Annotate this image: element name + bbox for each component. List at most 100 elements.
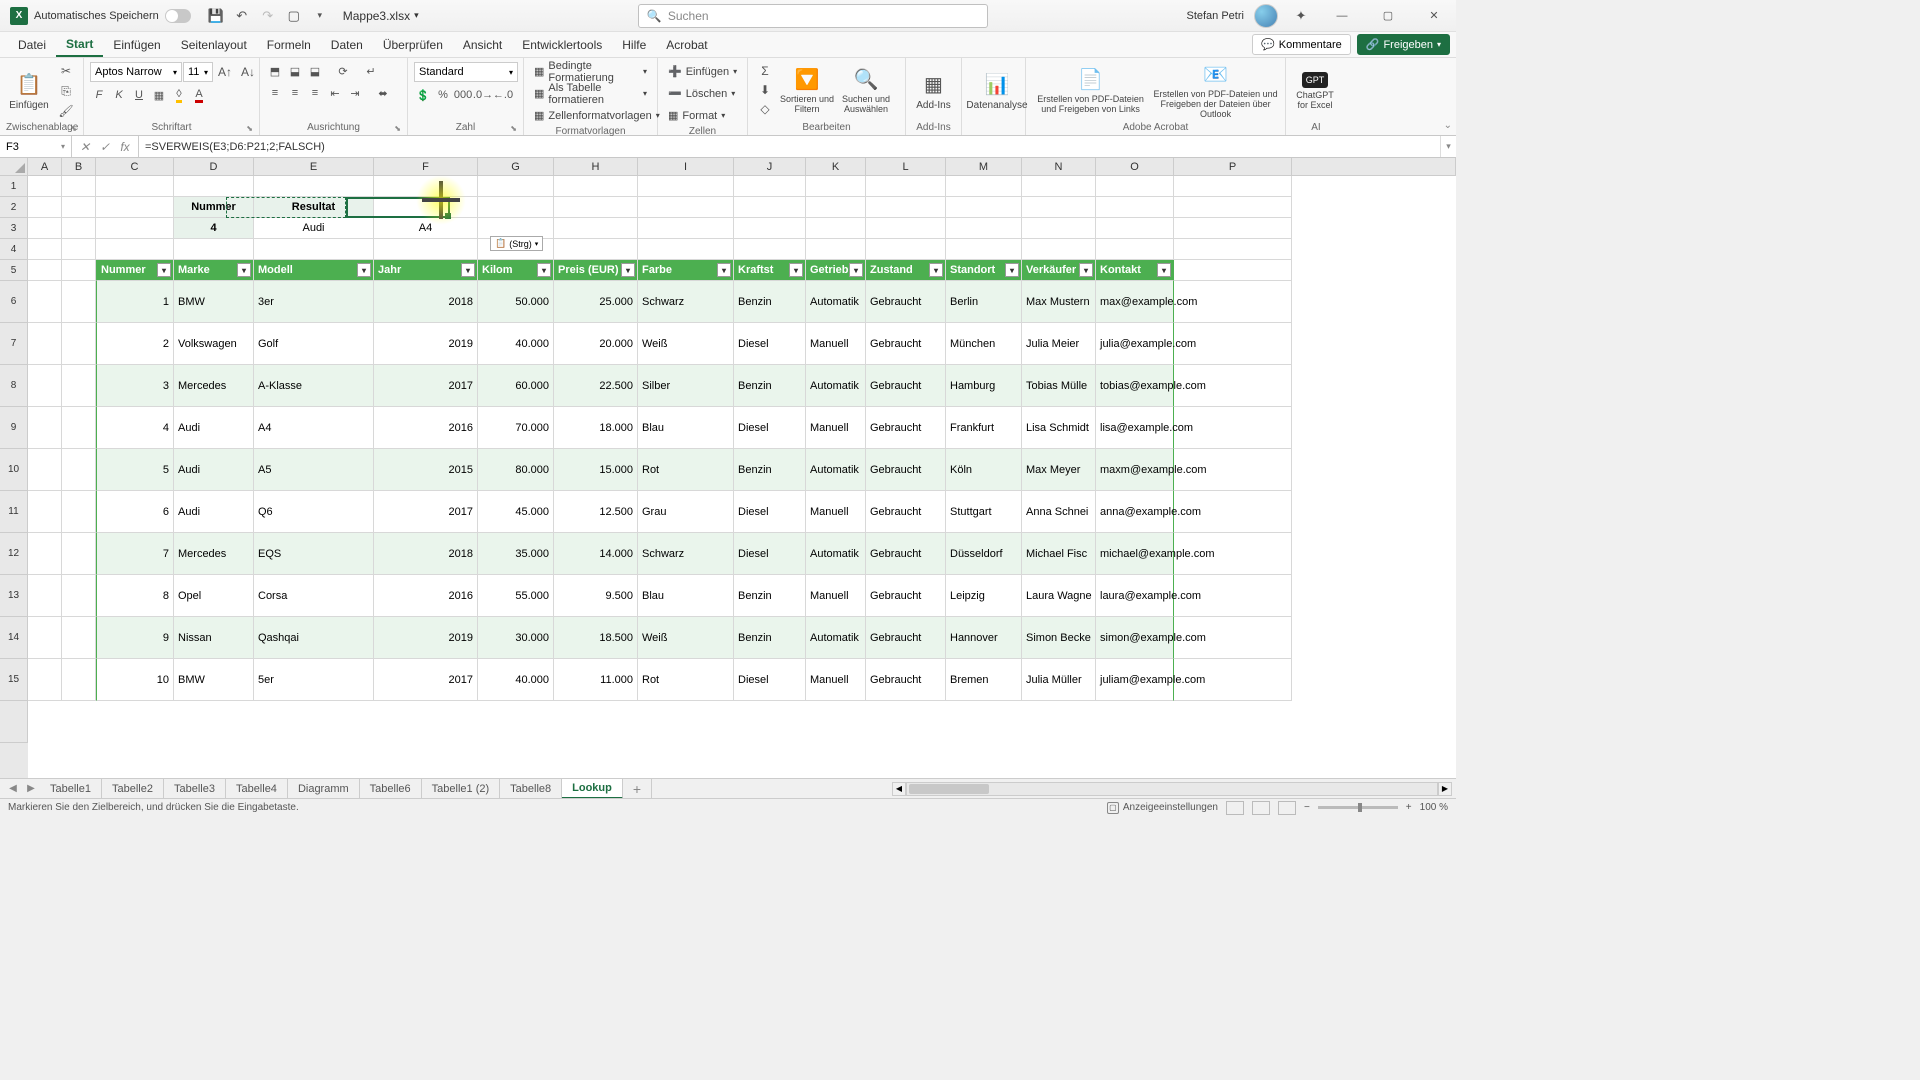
cell[interactable]: Gebraucht bbox=[866, 575, 946, 617]
row-header[interactable]: 7 bbox=[0, 323, 28, 365]
filter-dropdown-icon[interactable]: ▾ bbox=[1079, 263, 1093, 277]
cell[interactable] bbox=[374, 197, 478, 218]
merge-icon[interactable]: ⬌ bbox=[374, 84, 392, 102]
row-header[interactable]: 5 bbox=[0, 260, 28, 281]
sheet-tab[interactable]: Tabelle2 bbox=[102, 779, 164, 799]
zoom-level[interactable]: 100 % bbox=[1420, 802, 1448, 813]
cell[interactable] bbox=[62, 365, 96, 407]
cell[interactable]: Weiß bbox=[638, 323, 734, 365]
cell[interactable]: 5er bbox=[254, 659, 374, 701]
cell[interactable] bbox=[28, 323, 62, 365]
cell[interactable]: Kraftst▾ bbox=[734, 260, 806, 281]
cell[interactable] bbox=[28, 659, 62, 701]
cell[interactable] bbox=[1174, 365, 1292, 407]
cell[interactable]: Schwarz bbox=[638, 533, 734, 575]
cell[interactable]: Manuell bbox=[806, 323, 866, 365]
menu-tab-entwicklertools[interactable]: Entwicklertools bbox=[512, 32, 612, 57]
cell[interactable]: Köln bbox=[946, 449, 1022, 491]
cell[interactable]: Diesel bbox=[734, 407, 806, 449]
cell[interactable] bbox=[866, 218, 946, 239]
cell[interactable] bbox=[62, 281, 96, 323]
cell[interactable]: Getriebe▾ bbox=[806, 260, 866, 281]
redo-icon[interactable]: ↷ bbox=[255, 4, 281, 28]
cell[interactable]: Bremen bbox=[946, 659, 1022, 701]
cell[interactable]: anna@example.com bbox=[1096, 491, 1174, 533]
col-header[interactable]: L bbox=[866, 158, 946, 176]
cell[interactable] bbox=[62, 218, 96, 239]
cell[interactable] bbox=[28, 575, 62, 617]
cell[interactable] bbox=[62, 617, 96, 659]
col-header[interactable]: A bbox=[28, 158, 62, 176]
cell[interactable]: Benzin bbox=[734, 365, 806, 407]
cell[interactable]: 2019 bbox=[374, 617, 478, 659]
italic-button[interactable]: K bbox=[110, 86, 128, 104]
fill-icon[interactable]: ⬇ bbox=[754, 81, 776, 99]
cell[interactable] bbox=[866, 197, 946, 218]
increase-decimal-icon[interactable]: .0→ bbox=[474, 86, 492, 104]
cell[interactable]: Grau bbox=[638, 491, 734, 533]
cell[interactable]: 40.000 bbox=[478, 323, 554, 365]
col-header[interactable]: M bbox=[946, 158, 1022, 176]
cell[interactable]: Blau bbox=[638, 575, 734, 617]
cell[interactable]: Anna Schnei bbox=[1022, 491, 1096, 533]
cell[interactable]: Gebraucht bbox=[866, 281, 946, 323]
cell[interactable]: 1 bbox=[96, 281, 174, 323]
cell[interactable]: 35.000 bbox=[478, 533, 554, 575]
cell[interactable] bbox=[96, 218, 174, 239]
data-analysis-button[interactable]: 📊Datenanalyse bbox=[968, 62, 1026, 120]
cell[interactable]: A-Klasse bbox=[254, 365, 374, 407]
filter-dropdown-icon[interactable]: ▾ bbox=[237, 263, 251, 277]
col-header[interactable]: E bbox=[254, 158, 374, 176]
cell[interactable]: Nummer▾ bbox=[96, 260, 174, 281]
cell[interactable] bbox=[1174, 533, 1292, 575]
qat-more-icon[interactable]: ▾ bbox=[307, 4, 333, 28]
cell[interactable]: Gebraucht bbox=[866, 533, 946, 575]
cut-icon[interactable]: ✂ bbox=[55, 62, 77, 80]
sheet-tab[interactable]: Lookup bbox=[562, 779, 623, 799]
cell[interactable] bbox=[28, 617, 62, 659]
filter-dropdown-icon[interactable]: ▾ bbox=[357, 263, 371, 277]
cell[interactable]: Rot bbox=[638, 659, 734, 701]
menu-tab-hilfe[interactable]: Hilfe bbox=[612, 32, 656, 57]
cell[interactable] bbox=[638, 197, 734, 218]
decrease-font-icon[interactable]: A↓ bbox=[237, 63, 259, 81]
filter-dropdown-icon[interactable]: ▾ bbox=[537, 263, 551, 277]
cell[interactable] bbox=[1174, 491, 1292, 533]
cell[interactable]: Automatik bbox=[806, 449, 866, 491]
cell[interactable] bbox=[1174, 323, 1292, 365]
cell[interactable]: 2016 bbox=[374, 575, 478, 617]
cell[interactable]: 10 bbox=[96, 659, 174, 701]
cell[interactable]: Simon Becke bbox=[1022, 617, 1096, 659]
cell[interactable]: Audi bbox=[174, 449, 254, 491]
cell[interactable]: 20.000 bbox=[554, 323, 638, 365]
align-bottom-icon[interactable]: ⬓ bbox=[306, 62, 324, 80]
cell[interactable] bbox=[28, 197, 62, 218]
cell[interactable] bbox=[1096, 239, 1174, 260]
align-center-icon[interactable]: ≡ bbox=[286, 84, 304, 102]
row-header[interactable]: 14 bbox=[0, 617, 28, 659]
cell[interactable] bbox=[28, 176, 62, 197]
cell[interactable]: 4 bbox=[174, 218, 254, 239]
format-painter-icon[interactable]: 🖌 bbox=[55, 102, 77, 120]
cell[interactable]: tobias@example.com bbox=[1096, 365, 1174, 407]
cell[interactable]: 15.000 bbox=[554, 449, 638, 491]
cell[interactable]: 55.000 bbox=[478, 575, 554, 617]
align-right-icon[interactable]: ≡ bbox=[306, 84, 324, 102]
cell[interactable]: 5 bbox=[96, 449, 174, 491]
row-header[interactable]: 10 bbox=[0, 449, 28, 491]
cell[interactable] bbox=[946, 218, 1022, 239]
dialog-launcher-icon[interactable]: ⬊ bbox=[246, 124, 253, 133]
cell[interactable]: Marke▾ bbox=[174, 260, 254, 281]
cell[interactable]: Benzin bbox=[734, 617, 806, 659]
cell[interactable] bbox=[62, 260, 96, 281]
cell[interactable]: Max Mustern bbox=[1022, 281, 1096, 323]
cell[interactable]: 11.000 bbox=[554, 659, 638, 701]
cell[interactable]: Benzin bbox=[734, 575, 806, 617]
zoom-in-icon[interactable]: + bbox=[1406, 802, 1412, 813]
cell[interactable]: Düsseldorf bbox=[946, 533, 1022, 575]
cell[interactable]: Nummer bbox=[174, 197, 254, 218]
filter-dropdown-icon[interactable]: ▾ bbox=[1157, 263, 1171, 277]
cell[interactable]: Farbe▾ bbox=[638, 260, 734, 281]
col-header[interactable]: K bbox=[806, 158, 866, 176]
align-top-icon[interactable]: ⬒ bbox=[266, 62, 284, 80]
